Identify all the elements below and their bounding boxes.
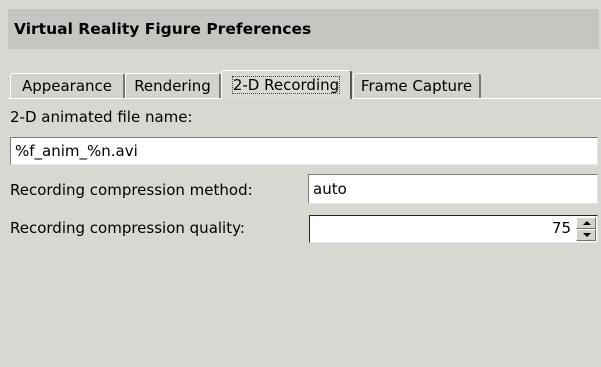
compression-method-input[interactable] (308, 174, 598, 204)
tab-appearance-label: Appearance (21, 77, 113, 95)
compression-quality-value[interactable]: 75 (552, 219, 571, 237)
tab-rendering[interactable]: Rendering (125, 73, 221, 99)
spinner-down-button[interactable] (576, 229, 596, 241)
compression-quality-label: Recording compression quality: (10, 219, 245, 237)
tab-rendering-label: Rendering (134, 77, 211, 95)
tab-frame-capture[interactable]: Frame Capture (353, 73, 481, 99)
panel-title: Virtual Reality Figure Preferences (8, 9, 599, 49)
tab-frame-capture-label: Frame Capture (360, 77, 473, 95)
arrow-up-icon (583, 221, 591, 225)
file-name-label: 2-D animated file name: (10, 108, 193, 126)
compression-quality-spinner[interactable]: 75 (309, 215, 598, 243)
spinner-buttons (576, 217, 596, 241)
file-name-input[interactable] (10, 137, 598, 165)
tab-2d-recording[interactable]: 2-D Recording (221, 70, 352, 99)
tab-appearance[interactable]: Appearance (10, 73, 125, 99)
tab-bar: Appearance Rendering 2-D Recording Frame… (8, 70, 601, 99)
compression-method-label: Recording compression method: (10, 181, 253, 199)
tab-2d-recording-label: 2-D Recording (231, 76, 341, 94)
preferences-panel: Virtual Reality Figure Preferences Appea… (0, 0, 601, 367)
spinner-up-button[interactable] (576, 217, 596, 229)
arrow-down-icon (583, 233, 591, 237)
